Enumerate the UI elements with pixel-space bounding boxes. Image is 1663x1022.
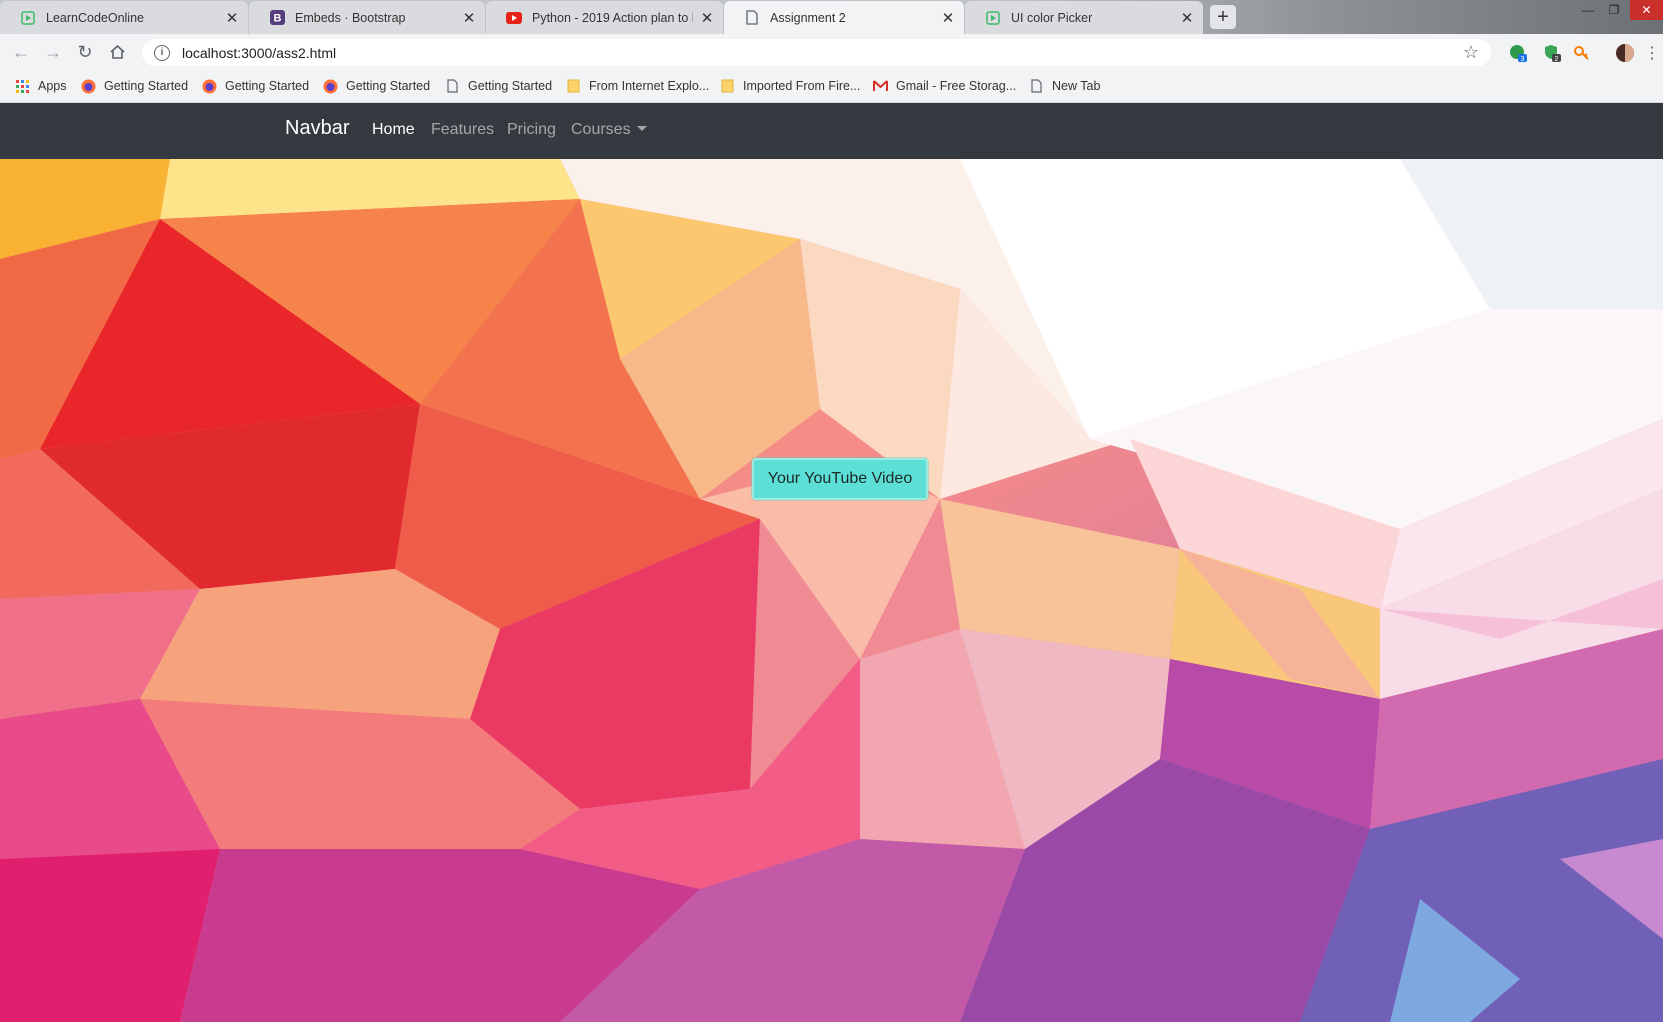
tab-close-icon[interactable]: ✕: [224, 10, 240, 27]
bootstrap-favicon-icon: B: [269, 10, 285, 26]
uicolorpicker-favicon-icon: [985, 10, 1001, 26]
bookmark-getting-started[interactable]: Getting Started: [80, 77, 188, 95]
nav-link-features[interactable]: Features: [431, 121, 494, 139]
bookmark-getting-started[interactable]: Getting Started: [322, 77, 430, 95]
web-page: Navbar Home Features Pricing Courses You…: [0, 103, 1663, 1022]
extension-key-icon[interactable]: [1571, 42, 1593, 64]
close-window-icon[interactable]: ✕: [1630, 0, 1663, 20]
nav-link-pricing[interactable]: Pricing: [507, 121, 556, 139]
extension-shield-icon[interactable]: 2: [1541, 42, 1563, 64]
nav-link-courses-label: Courses: [571, 121, 631, 138]
tab-assignment-2[interactable]: Assignment 2 ✕: [724, 1, 964, 34]
bookmark-getting-started[interactable]: Getting Started: [444, 77, 552, 95]
new-tab-button[interactable]: +: [1210, 5, 1236, 29]
tab-youtube[interactable]: Python - 2019 Action plan to lea ✕: [486, 1, 723, 34]
tab-title: Python - 2019 Action plan to lea: [532, 10, 693, 25]
apps-grid-icon: [14, 78, 30, 94]
page-favicon-icon: [744, 10, 760, 26]
bookmark-star-icon[interactable]: ☆: [1463, 42, 1479, 63]
bookmark-label: Getting Started: [468, 79, 553, 93]
youtube-video-button[interactable]: Your YouTube Video: [752, 458, 928, 500]
address-bar[interactable]: i localhost:3000/ass2.html ☆: [142, 39, 1491, 66]
folder-icon: [565, 78, 581, 94]
firefox-icon: [201, 78, 217, 94]
hero-section: Your YouTube Video: [0, 159, 1663, 1022]
learncodeonline-favicon-icon: [20, 10, 36, 26]
bookmarks-bar: Apps Getting Started Getting Started Get…: [0, 70, 1663, 103]
nav-link-home[interactable]: Home: [372, 121, 415, 139]
extension-green-shield-icon[interactable]: 3: [1507, 42, 1529, 64]
site-info-icon[interactable]: i: [154, 44, 170, 61]
bookmark-gmail[interactable]: Gmail - Free Storag...: [872, 77, 1016, 95]
back-arrow-icon[interactable]: ←: [8, 40, 34, 64]
bookmark-getting-started[interactable]: Getting Started: [201, 77, 309, 95]
tab-title: Embeds · Bootstrap: [295, 10, 406, 25]
svg-text:3: 3: [1521, 56, 1525, 63]
bookmark-label: Getting Started: [346, 79, 431, 93]
page-icon: [444, 78, 460, 94]
bookmark-label: Gmail - Free Storag...: [896, 79, 1017, 93]
profile-avatar[interactable]: [1614, 42, 1636, 64]
youtube-favicon-icon: [506, 10, 522, 26]
maximize-window-icon[interactable]: ❐: [1601, 0, 1627, 20]
bookmark-label: Apps: [38, 79, 67, 93]
tab-title: UI color Picker: [1011, 10, 1093, 25]
bookmark-imported-from-firefox[interactable]: Imported From Fire...: [719, 77, 860, 95]
bookmark-label: Getting Started: [225, 79, 310, 93]
polygon-background: [0, 159, 1663, 1022]
bookmark-label: New Tab: [1052, 79, 1101, 93]
bookmark-from-internet-explorer[interactable]: From Internet Explo...: [565, 77, 709, 95]
nav-link-courses[interactable]: Courses: [571, 121, 647, 139]
svg-text:2: 2: [1555, 56, 1559, 63]
tab-learncodeonline[interactable]: LearnCodeOnline ✕: [0, 1, 248, 34]
url-text: localhost:3000/ass2.html: [182, 44, 337, 61]
home-icon[interactable]: [104, 40, 130, 64]
browser-toolbar: ← → ↻ i localhost:3000/ass2.html ☆ 3 2 ⋮: [0, 34, 1663, 70]
reload-icon[interactable]: ↻: [72, 40, 98, 64]
tab-ui-color-picker[interactable]: UI color Picker ✕: [965, 1, 1203, 34]
forward-arrow-icon[interactable]: →: [40, 40, 66, 64]
folder-icon: [719, 78, 735, 94]
dropdown-caret-icon: [636, 126, 647, 131]
bookmark-apps[interactable]: Apps: [14, 77, 67, 95]
menu-kebab-icon[interactable]: ⋮: [1644, 42, 1660, 64]
firefox-icon: [322, 78, 338, 94]
tab-close-icon[interactable]: ✕: [699, 10, 715, 27]
site-navbar: Navbar Home Features Pricing Courses: [0, 103, 1663, 159]
tab-bootstrap[interactable]: B Embeds · Bootstrap ✕: [249, 1, 485, 34]
tab-title: LearnCodeOnline: [46, 10, 144, 25]
bookmark-label: Getting Started: [104, 79, 189, 93]
bookmark-new-tab[interactable]: New Tab: [1028, 77, 1100, 95]
firefox-icon: [80, 78, 96, 94]
bookmark-label: From Internet Explo...: [589, 79, 710, 93]
tab-close-icon[interactable]: ✕: [940, 10, 956, 27]
browser-tab-strip: LearnCodeOnline ✕ B Embeds · Bootstrap ✕…: [0, 0, 1663, 34]
tab-title: Assignment 2: [770, 10, 846, 25]
svg-text:B: B: [273, 13, 281, 25]
minimize-window-icon[interactable]: —: [1575, 0, 1601, 20]
gmail-icon: [872, 78, 888, 94]
bookmark-label: Imported From Fire...: [743, 79, 861, 93]
tab-close-icon[interactable]: ✕: [1179, 10, 1195, 27]
page-icon: [1028, 78, 1044, 94]
tab-close-icon[interactable]: ✕: [461, 10, 477, 27]
navbar-brand[interactable]: Navbar: [285, 117, 349, 140]
